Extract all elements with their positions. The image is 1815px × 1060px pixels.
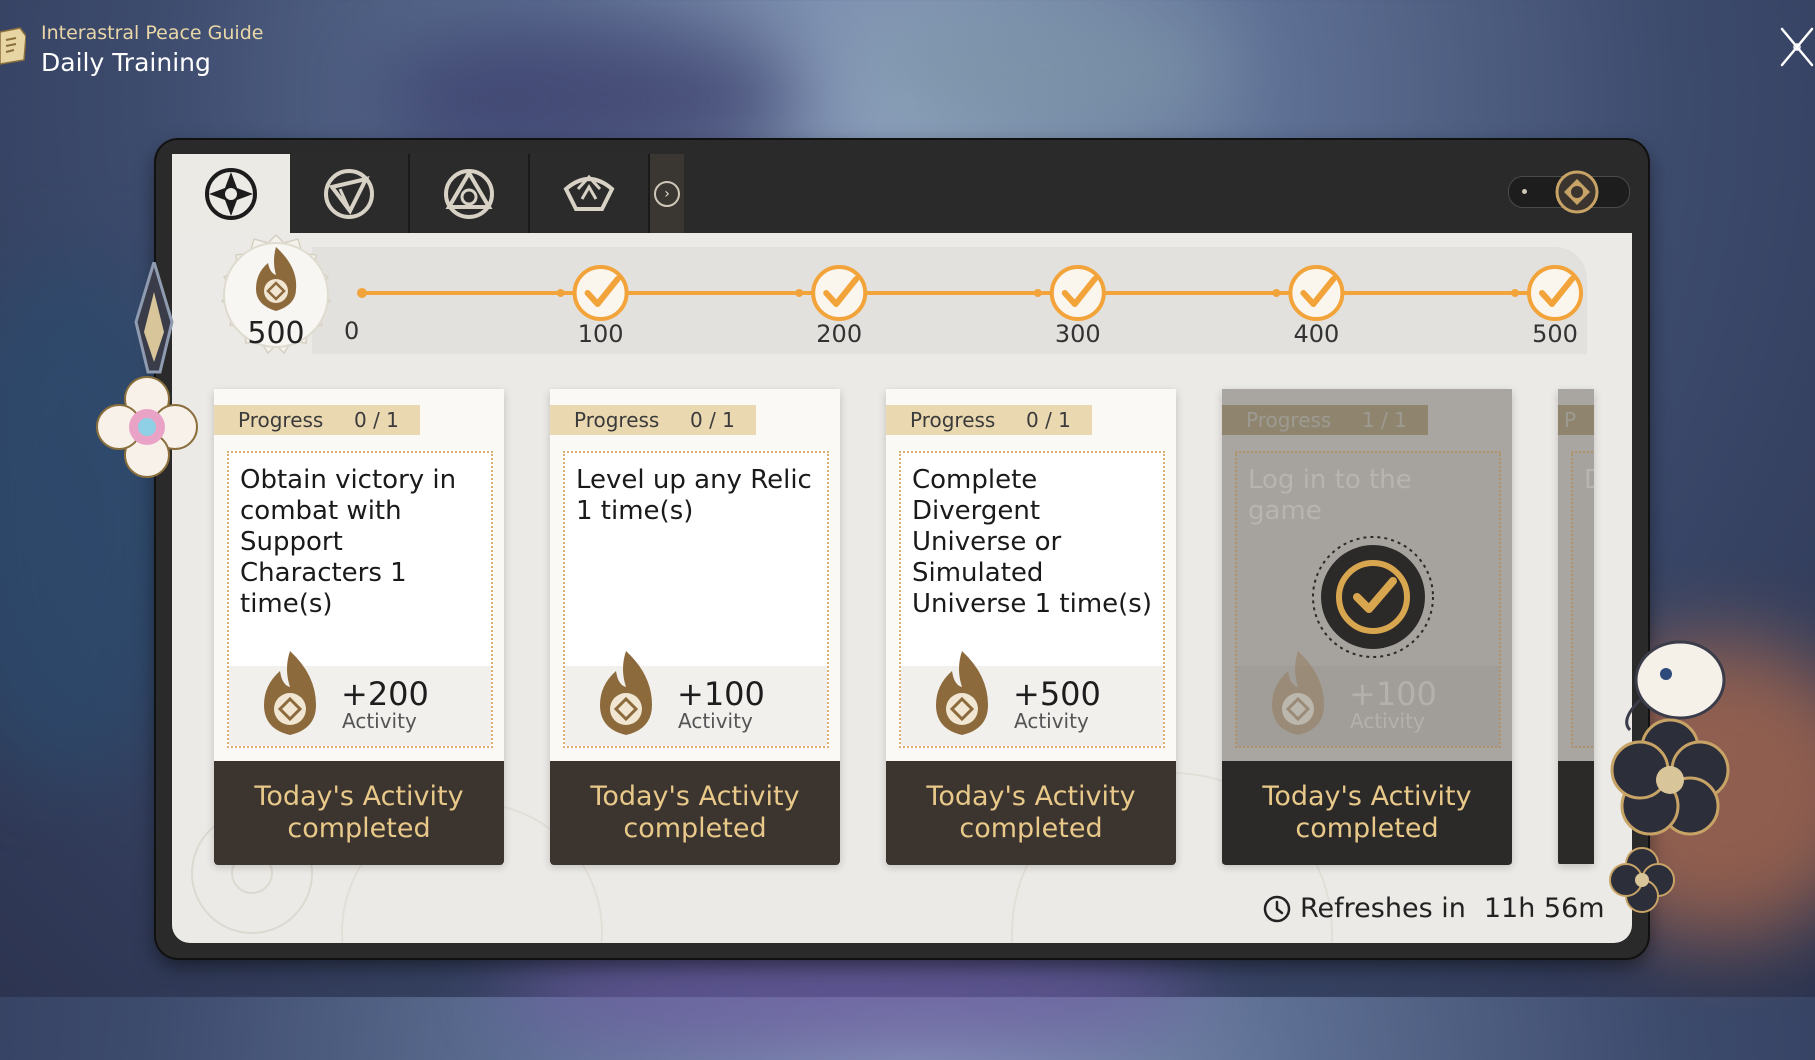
activity-completed-button[interactable]: Today's Activity completed: [214, 761, 504, 865]
flower-pin-decoration-right: [1609, 640, 1730, 913]
progress-label: Progress: [574, 408, 660, 432]
milestone-dot: [556, 289, 565, 297]
chevron-right-icon: ›: [654, 180, 680, 207]
task-title: Obtain victory in combat with Support Ch…: [240, 465, 457, 619]
clock-icon: [1263, 895, 1291, 922]
milestone-dot: [1272, 289, 1281, 297]
more-tabs-button[interactable]: ›: [650, 154, 684, 233]
activity-flame-icon: [936, 651, 988, 735]
progress-badge: Progress 0 / 1: [550, 405, 756, 435]
milestone-dot: [1511, 289, 1519, 297]
guide-book-icon: [0, 27, 26, 65]
tab-daily-training[interactable]: [172, 154, 290, 233]
milestone-label: 300: [1054, 320, 1101, 348]
progress-badge: Progress 0 / 1: [886, 405, 1092, 435]
milestone-check-icon[interactable]: [1527, 265, 1583, 321]
milestone-dot: [795, 289, 804, 297]
reward-label: Activity: [342, 709, 417, 733]
daily-training-tab-icon: [205, 167, 257, 220]
milestone-label: 100: [577, 320, 624, 348]
content-area: 500 0 100 200 300 400 500 Progress 0 / 1 Obta…: [172, 233, 1632, 943]
reward-label: Activity: [1014, 709, 1089, 733]
task-card-0[interactable]: Progress 0 / 1 Obtain victory in combat …: [214, 389, 504, 865]
milestone-label: 400: [1293, 320, 1340, 348]
task-body: D a: [1571, 451, 1594, 748]
progress-badge: Progress 0 / 1: [214, 405, 420, 435]
reward-amount: +100: [1349, 675, 1437, 713]
progress-value: 0 / 1: [354, 408, 399, 432]
task-title: D a: [1584, 465, 1594, 496]
progress-value: 0 / 1: [1026, 408, 1071, 432]
daily-training-panel: › 500 0 100 200 300 400 500 Progress 0 /…: [156, 140, 1648, 958]
progress-label: Progress: [910, 408, 996, 432]
page-dot: [1522, 189, 1527, 194]
page-indicator[interactable]: [1508, 170, 1630, 214]
activity-completed-button[interactable]: [1558, 761, 1594, 864]
milestone-check-icon[interactable]: [1288, 265, 1345, 321]
header-title: Daily Training: [41, 48, 211, 77]
milestone-label: 200: [816, 320, 863, 348]
activity-flame-icon: [600, 651, 652, 735]
reward-amount: +100: [677, 675, 765, 713]
trailblaze-tab-icon: [444, 168, 494, 219]
task-card-1[interactable]: Progress 0 / 1 Level up any Relic 1 time…: [550, 389, 840, 865]
task-card-3[interactable]: Progress 1 / 1 Log in to the game +100 A…: [1222, 389, 1512, 865]
task-title: Log in to the game: [1248, 465, 1412, 526]
claimed-check-icon: [1312, 536, 1434, 658]
emblem-icon: [1555, 170, 1599, 214]
reward-amount: +200: [341, 675, 429, 713]
tab-treasures[interactable]: [530, 154, 650, 233]
refresh-time: 11h 56m: [1483, 893, 1605, 924]
progress-badge: P: [1558, 405, 1594, 435]
milestone-label: 500: [1532, 320, 1578, 348]
activity-completed-button[interactable]: Today's Activity completed: [550, 761, 840, 865]
tab-nameless-honor[interactable]: [290, 154, 410, 233]
progress-badge: Progress 1 / 1: [1222, 405, 1428, 435]
milestone-track: [357, 265, 1583, 321]
task-title: Level up any Relic 1 time(s): [576, 465, 812, 526]
progress-value: 0 / 1: [690, 408, 735, 432]
activity-completed-button[interactable]: Today's Activity completed: [886, 761, 1176, 865]
activity-completed-button[interactable]: Today's Activity completed: [1222, 761, 1512, 865]
header-subtitle: Interastral Peace Guide: [41, 22, 264, 44]
milestone-start-dot: [357, 288, 367, 298]
tab-trailblaze[interactable]: [410, 154, 530, 233]
milestone-check-icon[interactable]: [1049, 265, 1106, 321]
category-tabbar: ›: [172, 154, 684, 233]
task-title: Complete Divergent Universe or Simulated…: [912, 465, 1152, 619]
progress-label: P: [1564, 408, 1577, 432]
milestone-dot: [1033, 289, 1042, 297]
milestone-check-icon[interactable]: [572, 265, 629, 321]
refresh-label: Refreshes in: [1300, 893, 1466, 924]
activity-flame-icon: [1272, 651, 1324, 735]
reward-amount: +500: [1013, 675, 1101, 713]
reward-label: Activity: [1350, 709, 1425, 733]
close-icon[interactable]: [1778, 25, 1815, 69]
task-card-partial[interactable]: P D a: [1558, 389, 1594, 864]
nameless-honor-tab-icon: [324, 168, 374, 219]
task-card-2[interactable]: Progress 0 / 1 Complete Divergent Univer…: [886, 389, 1176, 865]
flower-pin-decoration: [96, 262, 198, 478]
progress-label: Progress: [238, 408, 324, 432]
progress-value: 1 / 1: [1362, 408, 1407, 432]
milestone-check-icon[interactable]: [811, 265, 868, 321]
reward-label: Activity: [678, 709, 753, 733]
refresh-timer: Refreshes in 11h 56m: [1262, 893, 1605, 924]
milestone-label: 0: [344, 317, 360, 345]
treasures-tab-icon: [563, 174, 615, 211]
activity-flame-icon: [264, 651, 316, 735]
progress-label: Progress: [1246, 408, 1332, 432]
